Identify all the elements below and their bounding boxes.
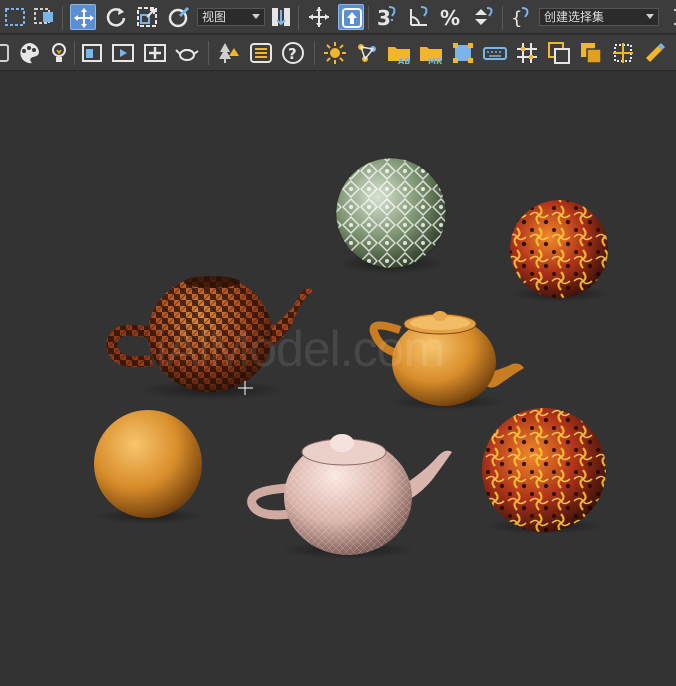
angle-snap-icon[interactable] bbox=[406, 4, 432, 30]
foliage-icon[interactable] bbox=[216, 40, 242, 66]
rectangle-selection-icon[interactable] bbox=[2, 4, 28, 30]
particle-view-icon[interactable] bbox=[354, 40, 380, 66]
viewport-layout-icon[interactable] bbox=[546, 40, 572, 66]
help-icon[interactable]: ? bbox=[280, 40, 306, 66]
percent-snap-label: % bbox=[440, 6, 460, 30]
flame-kaleidoscope-sphere-bottom[interactable] bbox=[482, 408, 607, 534]
svg-text:?: ? bbox=[288, 45, 297, 63]
grid-snap-icon[interactable] bbox=[514, 40, 540, 66]
window-crossing-icon[interactable] bbox=[32, 4, 58, 30]
mirror-icon[interactable] bbox=[664, 4, 676, 30]
rendered-frame-window-icon[interactable] bbox=[79, 40, 105, 66]
watermark-text: iAlModel.com bbox=[156, 321, 445, 377]
perspective-viewport[interactable]: iAlModel.com bbox=[0, 72, 676, 686]
keyboard-icon[interactable] bbox=[482, 40, 508, 66]
chevron-down-icon bbox=[252, 14, 260, 19]
curve-editor-icon[interactable] bbox=[0, 40, 14, 66]
chevron-down-icon bbox=[646, 14, 654, 19]
toolbar-separator bbox=[298, 6, 299, 30]
folder-mr-icon[interactable]: MR bbox=[418, 40, 444, 66]
scale-tool-icon[interactable] bbox=[134, 4, 160, 30]
secondary-toolbar: ? AB MR bbox=[0, 35, 676, 71]
render-production-icon[interactable] bbox=[110, 40, 136, 66]
toolbar-separator bbox=[208, 41, 209, 65]
toolbar-separator bbox=[74, 41, 75, 65]
move-tool-icon[interactable] bbox=[70, 4, 96, 30]
reference-coordinate-dropdown[interactable]: 视图 bbox=[197, 8, 265, 26]
named-selection-set-dropdown[interactable]: 创建选择集 bbox=[539, 8, 659, 26]
keyboard-shortcut-override-icon[interactable] bbox=[338, 4, 364, 30]
percent-snap-icon[interactable]: % bbox=[438, 4, 464, 30]
select-manipulate-icon[interactable] bbox=[306, 4, 332, 30]
toolbar-separator bbox=[62, 6, 63, 30]
snaps-toggle-icon[interactable]: 3 bbox=[374, 4, 400, 30]
green-kaleidoscope-sphere[interactable] bbox=[335, 157, 447, 274]
sunlight-icon[interactable] bbox=[322, 40, 348, 66]
folder-ab-icon[interactable]: AB bbox=[386, 40, 412, 66]
list-view-icon[interactable] bbox=[248, 40, 274, 66]
golden-sphere[interactable] bbox=[94, 410, 206, 524]
render-setup-icon[interactable] bbox=[46, 40, 72, 66]
bounding-box-icon[interactable] bbox=[450, 40, 476, 66]
pivot-center-icon[interactable] bbox=[268, 4, 294, 30]
render-in-cloud-icon[interactable] bbox=[142, 40, 168, 66]
place-tool-icon[interactable] bbox=[166, 4, 192, 30]
folder-mr-label: MR bbox=[428, 57, 442, 66]
rotate-tool-icon[interactable] bbox=[103, 4, 129, 30]
layer-stack-icon[interactable] bbox=[578, 40, 604, 66]
flame-kaleidoscope-sphere-top[interactable] bbox=[510, 200, 610, 302]
snaps-label: 3 bbox=[377, 6, 391, 30]
main-toolbar: 视图 3 % { 创建选择集 bbox=[0, 0, 676, 34]
toolbar-separator bbox=[314, 41, 315, 65]
named-selection-set-value: 创建选择集 bbox=[544, 10, 605, 24]
toolbar-separator bbox=[368, 6, 369, 30]
toolbar-separator bbox=[502, 6, 503, 30]
svg-text:{: { bbox=[511, 8, 522, 29]
dotted-grid-icon[interactable] bbox=[610, 40, 636, 66]
eraser-brush-icon[interactable] bbox=[642, 40, 668, 66]
material-editor-icon[interactable] bbox=[16, 40, 42, 66]
edit-named-selection-icon[interactable]: { bbox=[508, 4, 534, 30]
folder-ab-label: AB bbox=[398, 57, 410, 66]
render-teapot-icon[interactable] bbox=[174, 40, 200, 66]
pink-teapot[interactable] bbox=[247, 434, 452, 559]
viewport-scene bbox=[94, 157, 610, 559]
spinner-snap-icon[interactable] bbox=[470, 4, 496, 30]
reference-coordinate-value: 视图 bbox=[202, 10, 227, 24]
